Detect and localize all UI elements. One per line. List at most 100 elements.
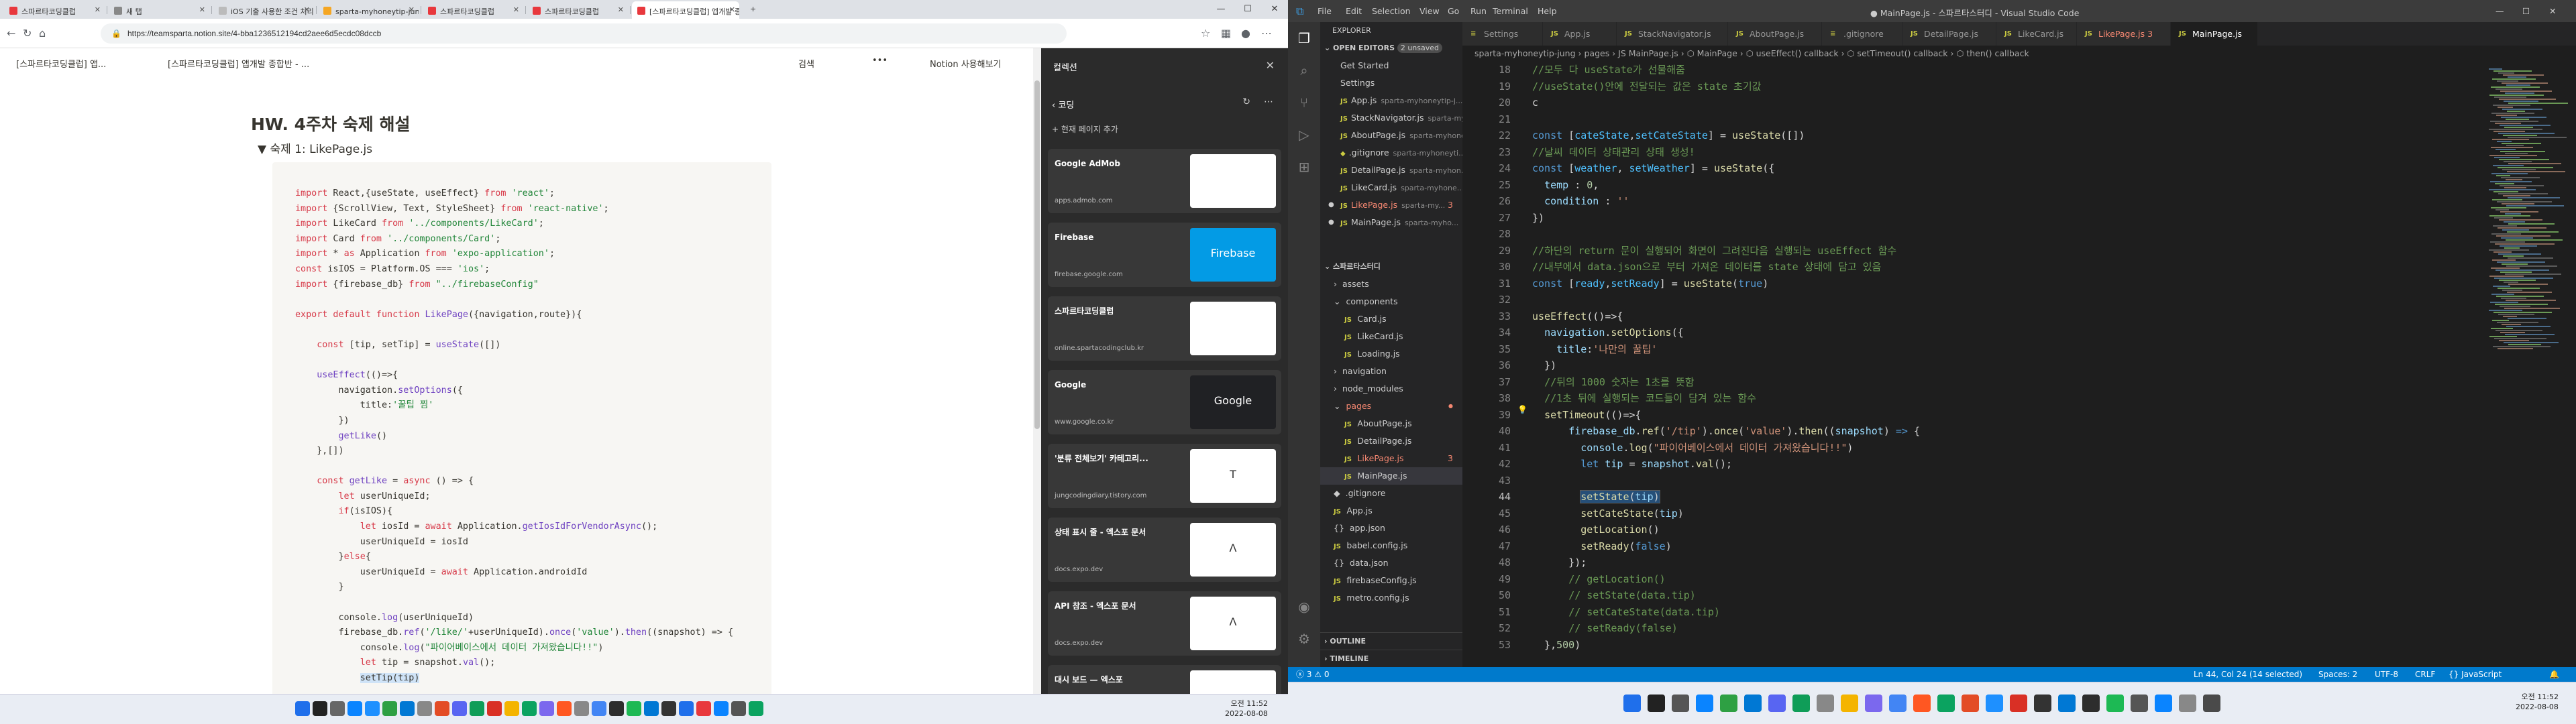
browser-tab[interactable]: 스파르타코딩클럽 ✕ [423, 1, 523, 19]
tree-item[interactable]: ⌄ pages ● [1320, 398, 1462, 415]
run-debug-icon[interactable]: ▷ [1296, 127, 1312, 143]
taskbar-app-icon[interactable] [1768, 695, 1786, 712]
account-icon[interactable]: ◉ [1296, 599, 1312, 615]
taskbar-app-icon[interactable] [487, 701, 502, 716]
taskbar-app-icon[interactable] [1672, 695, 1689, 712]
taskbar-app-icon[interactable] [2082, 695, 2100, 712]
taskbar-app-icon[interactable] [452, 701, 467, 716]
taskbar-app-icon[interactable] [574, 701, 589, 716]
editor-tab[interactable]: JS StackNavigator.js [1617, 22, 1728, 46]
menu-terminal[interactable]: Terminal [1493, 6, 1528, 16]
tree-item[interactable]: JS MainPage.js [1320, 467, 1462, 485]
tree-item[interactable]: › node_modules [1320, 380, 1462, 398]
minimize-button[interactable]: — [2496, 6, 2504, 16]
menu-go[interactable]: Go [1448, 6, 1459, 16]
editor-tab[interactable]: JS LikeCard.js [1996, 22, 2077, 46]
tree-item[interactable]: ◆ .gitignore [1320, 485, 1462, 502]
line-endings[interactable]: CRLF [2415, 667, 2435, 682]
tree-item[interactable]: JS metro.config.js [1320, 589, 1462, 607]
language-mode[interactable]: {} JavaScript [2449, 667, 2502, 682]
taskbar-app-icon[interactable] [1962, 695, 1979, 712]
taskbar-app-icon[interactable] [1792, 695, 1810, 712]
refresh-icon[interactable]: ↻ [23, 27, 32, 40]
taskbar-app-icon[interactable] [696, 701, 711, 716]
tab-close-icon[interactable]: ✕ [304, 5, 310, 14]
editor-tab[interactable]: ≡ Settings [1462, 22, 1543, 46]
tree-item[interactable]: {} data.json [1320, 554, 1462, 572]
taskbar-app-icon[interactable] [2203, 695, 2220, 712]
taskbar-app-icon[interactable] [557, 701, 572, 716]
taskbar-app-icon[interactable] [295, 701, 310, 716]
outline-header[interactable]: › OUTLINE [1320, 632, 1462, 650]
taskbar-app-icon[interactable] [313, 701, 327, 716]
address-bar[interactable]: 🔒 https://teamsparta.notion.site/4-bba12… [101, 23, 1067, 44]
home-icon[interactable]: ⌂ [39, 27, 46, 40]
tree-item[interactable]: JS babel.config.js [1320, 537, 1462, 554]
taskbar-app-icon[interactable] [504, 701, 519, 716]
toggle-homework-1[interactable]: ▼ 숙제 1: LikePage.js [258, 139, 372, 156]
breadcrumb-2[interactable]: [스파르타코딩클럽] 앱개발 종합반 - ... [168, 57, 309, 70]
taskbar-app-icon[interactable] [347, 701, 362, 716]
taskbar-app-icon[interactable] [382, 701, 397, 716]
taskbar-app-icon[interactable] [1937, 695, 1955, 712]
taskbar-app-icon[interactable] [592, 701, 606, 716]
collection-card[interactable]: Firebase firebase.google.com Firebase [1048, 223, 1281, 287]
browser-tab[interactable]: 스파르타코딩클럽 ✕ [527, 1, 628, 19]
collection-card[interactable]: Google AdMob apps.admob.com [1048, 149, 1281, 213]
search-icon[interactable]: ⌕ [1296, 62, 1312, 78]
taskbar-app-icon[interactable] [679, 701, 694, 716]
taskbar-app-icon[interactable] [1648, 695, 1665, 712]
tree-item[interactable]: › navigation [1320, 363, 1462, 380]
sync-icon[interactable]: ↻ [1242, 97, 1250, 107]
close-window-button[interactable]: ✕ [1261, 0, 1288, 19]
search-button[interactable]: 검색 [798, 57, 814, 70]
editor-tab[interactable]: ≡ .gitignore [1822, 22, 1902, 46]
taskbar-app-icon[interactable] [2179, 695, 2196, 712]
taskbar-app-icon[interactable] [1889, 695, 1907, 712]
editor-tab[interactable]: JS MainPage.js [2171, 22, 2258, 46]
taskbar-app-icon[interactable] [470, 701, 484, 716]
taskbar-clock[interactable]: 오전 11:52 2022-08-08 [1225, 699, 1268, 719]
taskbar-app-icon[interactable] [400, 701, 415, 716]
problems-indicator[interactable]: ⓧ 3 ⚠ 0 [1296, 667, 1329, 682]
taskbar-app-icon[interactable] [1744, 695, 1762, 712]
taskbar-app-icon[interactable] [435, 701, 449, 716]
taskbar-app-icon[interactable] [1913, 695, 1931, 712]
menu-selection[interactable]: Selection [1372, 6, 1411, 16]
minimize-button[interactable]: — [1208, 0, 1234, 19]
timeline-header[interactable]: › TIMELINE [1320, 650, 1462, 667]
page-scroll-thumb[interactable] [1034, 80, 1040, 429]
editor-tab[interactable]: JS DetailPage.js [1902, 22, 1996, 46]
taskbar-app-icon[interactable] [644, 701, 659, 716]
browser-tab[interactable]: iOS 기출 사용한 조건 처리 ✕ [213, 1, 314, 19]
browser-tab[interactable]: sparta-myhoneytip-jung - 실시간✕ [318, 1, 419, 19]
add-current-page-button[interactable]: + 현재 페이지 추가 [1052, 123, 1118, 135]
menu-file[interactable]: File [1318, 6, 1332, 16]
taskbar-app-icon[interactable] [2106, 695, 2124, 712]
taskbar-app-icon[interactable] [609, 701, 624, 716]
code-editor[interactable]: 18 19 20 21 22 23 24 25 26 27 28 29 30 31 32 33 34 35 36 37… [1462, 62, 2482, 667]
settings-gear-icon[interactable]: ⚙ [1296, 631, 1312, 647]
open-editor-item[interactable]: ● JS MainPage.js sparta-myho... [1320, 214, 1462, 231]
open-editor-item[interactable]: JSAboutPage.jssparta-myhone... [1320, 127, 1462, 144]
tab-close-icon[interactable]: ✕ [513, 5, 519, 14]
taskbar-app-icon[interactable] [2010, 695, 2027, 712]
collection-card[interactable]: 스파르타코딩클럽 online.spartacodingclub.kr [1048, 296, 1281, 361]
minimap[interactable] [2482, 62, 2576, 667]
favorites-icon[interactable]: ☆ [1201, 27, 1210, 40]
taskbar-app-icon[interactable] [1865, 695, 1882, 712]
back-icon[interactable]: ← [7, 27, 15, 40]
taskbar-app-icon[interactable] [539, 701, 554, 716]
editor-breadcrumb[interactable]: sparta-myhoneytip-jung › pages › JS Main… [1462, 46, 2576, 62]
project-root-header[interactable]: ⌄ 스파르타스터디 [1320, 258, 1462, 276]
taskbar-app-icon[interactable] [749, 701, 763, 716]
extensions-icon[interactable]: ⊞ [1296, 159, 1312, 175]
taskbar-app-icon[interactable] [627, 701, 641, 716]
try-notion-button[interactable]: Notion 사용해보기 [930, 57, 1002, 70]
collection-card[interactable]: Google www.google.co.kr Google [1048, 370, 1281, 434]
lightbulb-icon[interactable]: 💡 [1517, 405, 1527, 414]
tree-item[interactable]: JS Loading.js [1320, 345, 1462, 363]
open-editor-item[interactable]: JS App.js sparta-myhoneytip-j... [1320, 92, 1462, 109]
editor-tab[interactable]: JS App.js [1543, 22, 1617, 46]
taskbar-app-icon[interactable] [1986, 695, 2003, 712]
